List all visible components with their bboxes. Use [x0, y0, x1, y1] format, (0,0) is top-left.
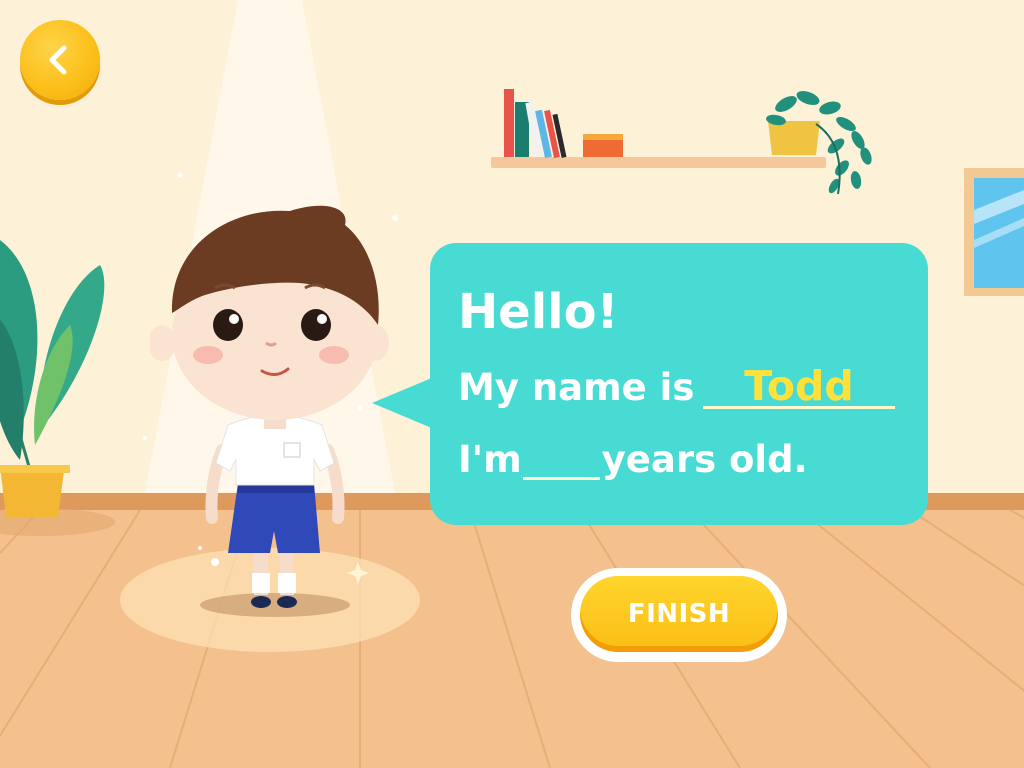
shelf-plant-pot	[768, 121, 820, 155]
sparkles	[143, 172, 398, 584]
window	[964, 168, 1024, 296]
potted-plant	[0, 240, 115, 536]
age-blank-line[interactable]	[523, 477, 600, 480]
back-button[interactable]	[20, 20, 100, 100]
game-scene: Hello! My name is Todd I'm years old. FIN…	[0, 0, 1024, 768]
age-suffix-text: years old.	[601, 438, 808, 481]
greeting-text: Hello!	[458, 284, 619, 340]
chevron-left-icon	[49, 45, 67, 75]
book-red	[504, 89, 514, 157]
name-prompt-text: My name is	[458, 366, 695, 409]
name-answer[interactable]: Todd	[703, 358, 895, 414]
speech-bubble-tail	[372, 377, 434, 429]
age-prompt-line: I'm years old.	[458, 432, 808, 488]
wall-shelf	[491, 89, 872, 195]
finish-button-face[interactable]: FINISH	[580, 576, 778, 652]
age-prefix-text: I'm	[458, 438, 522, 481]
finish-button-label: FINISH	[627, 599, 731, 629]
finish-button[interactable]: FINISH	[571, 568, 787, 662]
